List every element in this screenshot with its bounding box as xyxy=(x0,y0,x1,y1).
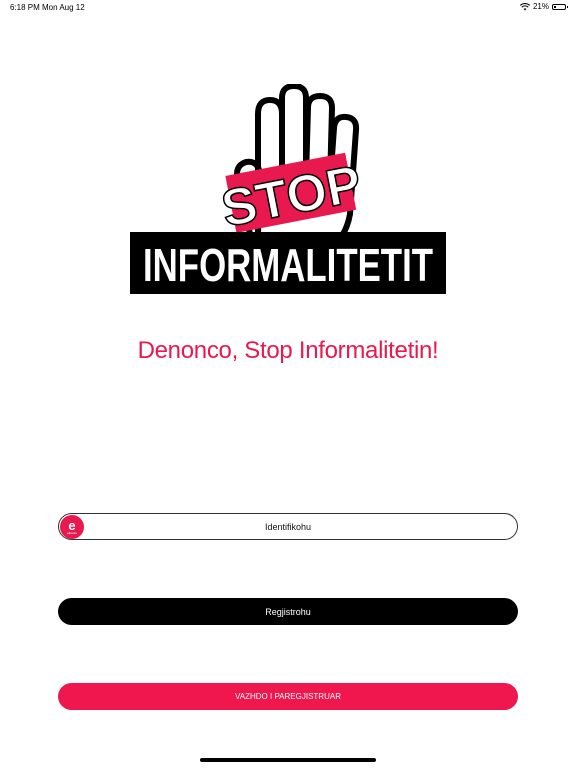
continue-button-label: VAZHDO I PAREGJISTRUAR xyxy=(235,692,341,701)
home-indicator[interactable] xyxy=(200,758,376,762)
battery-fill xyxy=(554,5,556,8)
battery-icon xyxy=(552,3,568,10)
app-screen: 6:18 PM Mon Aug 12 21% STOP INFORMALITET… xyxy=(0,0,576,768)
battery-percent: 21% xyxy=(532,2,549,11)
continue-unregistered-button[interactable]: VAZHDO I PAREGJISTRUAR xyxy=(58,683,518,710)
stop-informalitetit-logo: STOP INFORMALITETIT xyxy=(130,84,446,294)
status-right: 21% xyxy=(519,2,568,11)
ealbania-icon: e albania xyxy=(60,515,84,539)
tagline: Denonco, Stop Informalitetin! xyxy=(137,337,439,364)
identify-button-label: Identifikohu xyxy=(264,521,312,532)
status-date: Mon Aug 12 xyxy=(42,3,85,12)
status-bar: 6:18 PM Mon Aug 12 21% xyxy=(0,0,576,16)
wifi-icon xyxy=(519,2,530,10)
register-button[interactable]: Regjistrohu xyxy=(58,598,518,625)
register-button-label: Regjistrohu xyxy=(265,606,311,617)
identify-button[interactable]: e albania Identifikohu xyxy=(58,513,518,540)
ealbania-subtext: albania xyxy=(67,530,77,535)
raised-hand-icon: STOP INFORMALITETIT xyxy=(130,84,446,294)
informalitetit-text: INFORMALITETIT xyxy=(143,239,433,291)
ealbania-letter: e xyxy=(68,517,76,533)
status-time: 6:18 PM xyxy=(10,3,40,12)
